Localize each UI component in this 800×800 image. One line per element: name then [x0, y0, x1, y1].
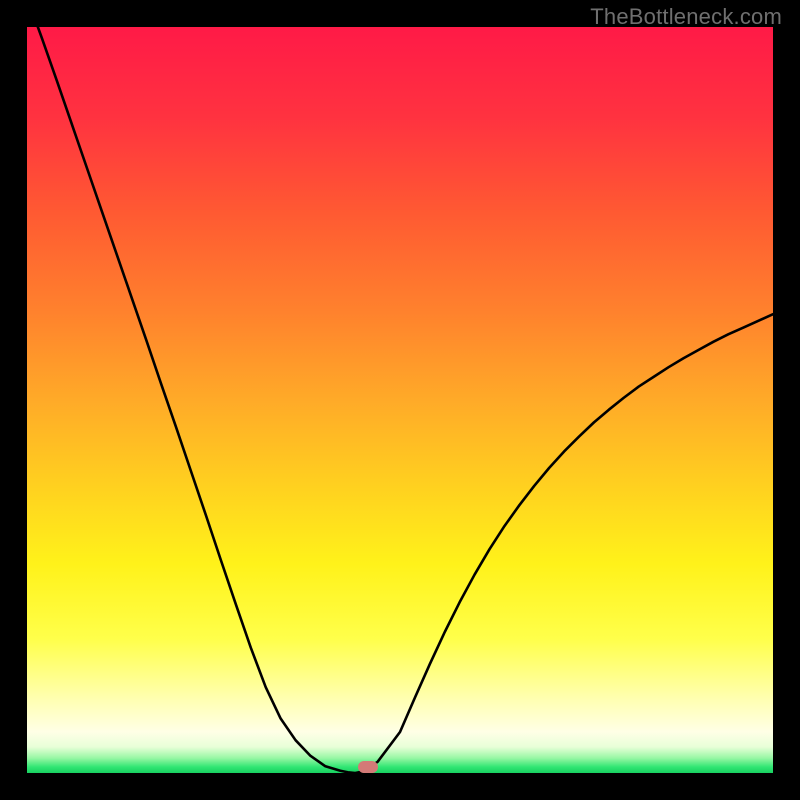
optimal-marker: [358, 761, 378, 773]
bottleneck-curve: [27, 27, 773, 773]
plot-area: [27, 27, 773, 773]
watermark-text: TheBottleneck.com: [590, 4, 782, 30]
